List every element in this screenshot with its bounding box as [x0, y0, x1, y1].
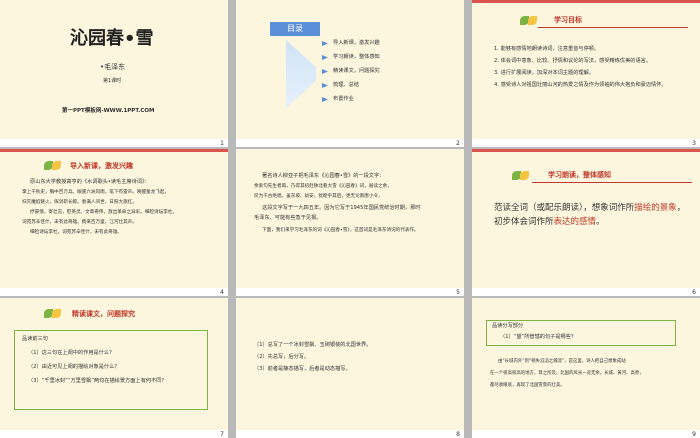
slide-number-strip: 7	[0, 430, 228, 438]
box-title: 品读前三句	[22, 336, 48, 342]
goal-item: 1. 能够有感情地朗读诗词，注意重音与停顿。	[494, 46, 600, 52]
top-accent-bar	[472, 0, 700, 3]
slide-number-strip: 8	[236, 430, 464, 438]
question-item: （1）这三句在上阕中的作用是什么？	[28, 350, 115, 356]
question-item: （2）由近可见上阕的描绘对象是什么？	[28, 364, 120, 370]
slide-lesson: 第1课时	[103, 78, 122, 84]
body-line: 词苑苏辛佳什，未有此奇雄。携来百万里，江河壮其声。	[22, 220, 137, 225]
slide-number-strip: 4	[0, 288, 228, 296]
heading-underline	[532, 182, 692, 183]
body-line: 扫灭魔焰魅火，挥剑斩长鲸。春满人间世，日照大旗红。	[22, 200, 137, 205]
body-line: 余索句先生者再，乃得其初赴陕北看大雪《沁园春》词，展读之余，	[254, 184, 392, 189]
answer-line: （2）先总写，后分写。	[254, 354, 310, 360]
menu-item[interactable]: 学习朗读，整体感知	[333, 54, 380, 61]
slide-number: 1	[220, 139, 224, 147]
menu-arrow-graphic	[286, 40, 316, 108]
slide-thumbnail-8[interactable]: （1）总写了一个冰封雪飘、玉砌银装的北国世界。 （2）先总写，后分写。 （3）前…	[236, 298, 464, 437]
slide-heading: 学习朗读，整体感知	[548, 171, 611, 179]
box-title: 品读分写部分	[492, 323, 524, 329]
slide-thumbnail-3[interactable]: 学习目标 1. 能够有感情地朗读诗词，注意重音与停顿。 2. 体会词中意象、比较…	[472, 0, 700, 139]
leaf-logo-icon	[52, 309, 61, 318]
menu-item[interactable]: 导入新课，激发兴趣	[333, 40, 380, 47]
slide-heading: 精读课文，问题探究	[72, 310, 135, 318]
answer-line: 在一个很高很高的地方，目之所及，北国的风光一览无余。长城、黄河、高原，	[490, 371, 644, 376]
answer-line: （1）总写了一个冰封雪飘、玉砌银装的北国世界。	[254, 342, 372, 348]
body-line: 细检诗坛李杜，词苑苏辛佳什，未有此奇雄。	[30, 230, 122, 235]
box-question: （1）“望”所管辖的句子是哪些？	[500, 334, 577, 340]
body-text: 。	[596, 217, 605, 227]
slide-thumbnail-7[interactable]: 精读课文，问题探究 品读前三句 （1）这三句在上阕中的作用是什么？ （2）由近可…	[0, 298, 228, 437]
body-line: 叹为千古绝唱，虽东坡、幼安，犹瞠乎其后，更无论南唐小令，	[254, 194, 383, 199]
answer-line: 都尽收眼底，再现了北国雪景的壮美。	[490, 383, 565, 388]
menu-label-box: 目录	[270, 22, 320, 36]
body-paragraph: 范读全词（或配乐朗读），想象词作所描绘的景象，初步体会词作所表达的感情。	[494, 201, 690, 229]
menu-item[interactable]: 精读课文，问题探究	[333, 68, 380, 75]
slide-title: 沁园春•雪	[70, 28, 154, 49]
slide-number: 2	[456, 139, 460, 147]
body-line: 抒豪情，寄壮志，慰英灵。文章奇伟，放出革命之异彩。细检诗坛李杜，	[30, 210, 178, 215]
highlight-text: 描绘的景象	[634, 203, 677, 213]
leaf-logo-icon	[520, 171, 529, 180]
slide-thumbnail-2[interactable]: 目录 导入新课，激发兴趣 学习朗读，整体感知 精读课文，问题探究 梳理、总结 布…	[236, 0, 464, 139]
slide-thumbnail-1[interactable]: 沁园春•雪 •毛泽东 第1课时 第一PPT模板网-WWW.1PPT.COM	[0, 0, 228, 139]
slide-author: •毛泽东	[100, 63, 126, 71]
goal-item: 4. 感受诗人对祖国壮丽山河的热爱之情及作为领袖的伟大抱负和豪迈情怀。	[494, 82, 667, 88]
slide-number: 8	[456, 430, 460, 438]
body-line: 掌上千秋史，胸中百万兵。眼底六洲风雨，笔下有雷声。唤醒蛰龙飞起，	[22, 190, 170, 195]
slide-thumbnail-9[interactable]: 品读分写部分 （1）“望”所管辖的句子是哪些？ 由“长城内外”到“顿失滔滔之瀚流…	[472, 298, 700, 437]
slide-number-strip: 2	[236, 139, 464, 147]
menu-item[interactable]: 梳理、总结	[333, 82, 359, 89]
slide-number: 9	[692, 430, 696, 438]
slide-thumbnail-6[interactable]: 学习朗读，整体感知 范读全词（或配乐朗读），想象词作所描绘的景象，初步体会词作所…	[472, 149, 700, 288]
leaf-logo-icon	[52, 161, 61, 170]
slide-number: 6	[692, 288, 696, 296]
slide-footer: 第一PPT模板网-WWW.1PPT.COM	[62, 108, 155, 114]
goal-item: 3. 进行扩展阅读，加深对本词主题的理解。	[494, 70, 594, 76]
slide-number: 3	[692, 139, 696, 147]
heading-underline	[538, 27, 688, 28]
body-line: 原山东大学教授高亨的《水调歌头•读毛主席诗词》：	[30, 179, 150, 185]
body-line: 这段文字写于一九四五年。因为它写于1945年国民党统治时期，那时	[262, 205, 421, 211]
slide-number: 5	[456, 288, 460, 296]
slide-number-strip: 6	[472, 288, 700, 296]
slide-number-strip: 1	[0, 139, 228, 147]
top-accent-bar	[472, 149, 700, 152]
leaf-logo-icon	[528, 16, 537, 25]
top-accent-bar	[0, 149, 228, 152]
slide-number: 7	[220, 430, 224, 438]
goal-item: 2. 体会词中意象、比较、抒情和议论的写法，感受精练优美的语言。	[494, 58, 652, 64]
slide-heading: 导入新课，激发兴趣	[70, 162, 133, 170]
menu-item[interactable]: 布置作业	[333, 96, 354, 103]
body-line: 下面，我们来学习毛泽东的词《沁园春•雪》，这首词是毛泽东诗词的代表作。	[262, 228, 419, 233]
answer-line: 由“长城内外”到“顿失滔滔之瀚流”，是这里，诗人把自己想象成站	[498, 359, 626, 364]
slide-number: 4	[220, 288, 224, 296]
slide-number-strip: 3	[472, 139, 700, 147]
question-item: （3）“千里冰封”“万里雪飘”两句在描绘景方面上有何不同？	[28, 378, 167, 384]
slide-number-strip: 5	[236, 288, 464, 296]
menu-bullets	[322, 41, 328, 102]
slide-thumbnail-5[interactable]: 著名诗人柳亚子把毛泽东《沁园春•雪》的一段文字： 余索句先生者再，乃得其初赴陕北…	[236, 149, 464, 288]
menu-label: 目录	[287, 24, 303, 33]
slide-thumbnail-4[interactable]: 导入新课，激发兴趣 原山东大学教授高亨的《水调歌头•读毛主席诗词》： 掌上千秋史…	[0, 149, 228, 288]
highlight-text: 表达的感情	[553, 217, 597, 227]
answer-line: （3）前者是静态描写，后者是动态描写。	[254, 366, 351, 372]
body-line: 毛泽东、可能有些急于见报。	[254, 215, 322, 221]
body-line: 著名诗人柳亚子把毛泽东《沁园春•雪》的一段文字：	[262, 173, 385, 179]
slide-number-strip: 9	[472, 430, 700, 438]
body-text: 范读全词（或配乐朗读），想象词作所	[494, 203, 635, 213]
slide-heading: 学习目标	[554, 16, 582, 24]
